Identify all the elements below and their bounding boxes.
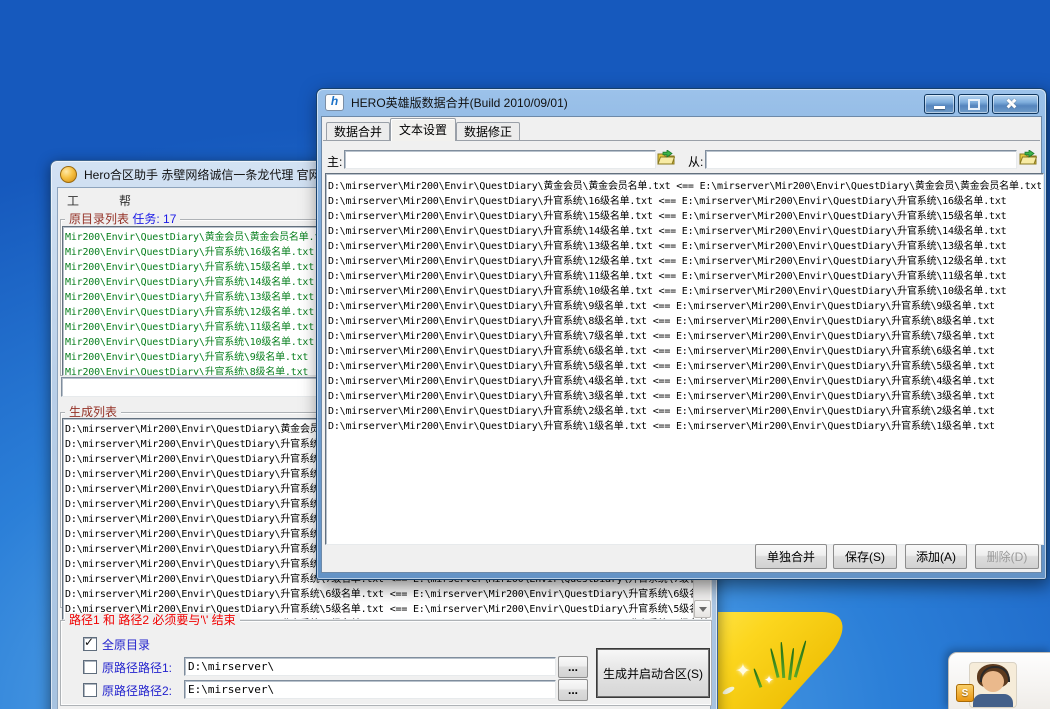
desktop-wallpaper: Hero合区助手 赤壁网络诚信一条龙代理 官网 工具(X) 帮助(Z) 原目录列…: [0, 0, 1050, 709]
path2-label: 原路径路径2:: [102, 682, 172, 699]
list-item[interactable]: D:\mirserver\Mir200\Envir\QuestDiary\升官系…: [328, 222, 1041, 237]
list-item[interactable]: D:\mirserver\Mir200\Envir\QuestDiary\升官系…: [328, 267, 1041, 282]
list-item[interactable]: D:\mirserver\Mir200\Envir\QuestDiary\升官系…: [328, 192, 1041, 207]
maximize-icon[interactable]: [958, 94, 989, 114]
path1-input[interactable]: [184, 657, 556, 676]
minimize-icon[interactable]: [924, 94, 955, 114]
all-dirs-label: 全原目录: [102, 636, 150, 653]
merge-window: HERO英雄版数据合并(Build 2010/09/01) 数据合并 文本设置 …: [316, 88, 1047, 580]
list-item[interactable]: D:\mirserver\Mir200\Envir\QuestDiary\升官系…: [328, 372, 1041, 387]
from-file-input[interactable]: [705, 150, 1017, 169]
from-field-label: 从:: [688, 153, 703, 170]
merge-window-client: 数据合并 文本设置 数据修正 主: 从:: [321, 116, 1042, 573]
path2-input[interactable]: [184, 680, 556, 699]
list-item[interactable]: D:\mirserver\Mir200\Envir\QuestDiary\升官系…: [328, 357, 1041, 372]
window-controls: [924, 94, 1039, 114]
avatar-body: [973, 694, 1013, 708]
sparkle-flower-icon: [735, 660, 751, 683]
scroll-down-button[interactable]: [694, 600, 711, 618]
list-item[interactable]: D:\mirserver\Mir200\Envir\QuestDiary\升官系…: [328, 417, 1041, 432]
list-item[interactable]: D:\mirserver\Mir200\Envir\QuestDiary\升官系…: [328, 252, 1041, 267]
list-item[interactable]: D:\mirserver\Mir200\Envir\QuestDiary\升官系…: [328, 387, 1041, 402]
merge-window-title: HERO英雄版数据合并(Build 2010/09/01): [351, 94, 568, 111]
tab-text-settings[interactable]: 文本设置: [390, 118, 456, 141]
merge-single-button[interactable]: 单独合并: [755, 544, 827, 569]
source-group-label: 原目录列表 任务: 17: [65, 212, 180, 226]
list-item[interactable]: D:\mirserver\Mir200\Envir\QuestDiary\升官系…: [328, 342, 1041, 357]
generate-start-merge-button[interactable]: 生成并启动合区(S): [597, 649, 709, 697]
text-settings-page: 主: 从: D: [323, 140, 1040, 571]
service-avatar: [969, 662, 1017, 708]
list-item[interactable]: D:\mirserver\Mir200\Envir\QuestDiary\升官系…: [328, 282, 1041, 297]
hero-merge-app-icon: [325, 94, 344, 111]
tab-data-fix[interactable]: 数据修正: [456, 122, 520, 141]
list-item[interactable]: D:\mirserver\Mir200\Envir\QuestDiary\升官系…: [328, 237, 1041, 252]
source-group-title: 原目录列表: [69, 212, 129, 226]
generated-group-label: 生成列表: [65, 405, 121, 419]
merge-file-listbox[interactable]: D:\mirserver\Mir200\Envir\QuestDiary\黄金会…: [325, 173, 1044, 545]
service-badge-icon: S: [956, 684, 974, 702]
from-browse-folder-icon[interactable]: [1018, 148, 1038, 167]
tab-data-merge[interactable]: 数据合并: [326, 122, 390, 141]
path2-checkbox[interactable]: [83, 683, 97, 697]
sparkle-flower-icon: [764, 673, 774, 687]
add-button[interactable]: 添加(A): [905, 544, 967, 569]
path-group-warning: 路径1 和 路径2 必须要与'\' 结束: [65, 613, 240, 627]
list-item[interactable]: D:\mirserver\Mir200\Envir\QuestDiary\升官系…: [328, 297, 1041, 312]
main-file-input[interactable]: [344, 150, 656, 169]
path1-label: 原路径路径1:: [102, 659, 172, 676]
delete-button[interactable]: 删除(D): [975, 544, 1039, 569]
list-item[interactable]: D:\mirserver\Mir200\Envir\QuestDiary\升官系…: [328, 327, 1041, 342]
list-item[interactable]: D:\mirserver\Mir200\Envir\QuestDiary\升官系…: [65, 585, 709, 600]
task-count-label: 任务: 17: [132, 212, 176, 226]
main-field-label: 主:: [327, 153, 342, 170]
hero-app-icon: [60, 166, 77, 183]
path1-browse-button[interactable]: ...: [558, 656, 588, 678]
list-item[interactable]: D:\mirserver\Mir200\Envir\QuestDiary\黄金会…: [328, 177, 1041, 192]
path2-browse-button[interactable]: ...: [558, 679, 588, 701]
path1-checkbox[interactable]: [83, 660, 97, 674]
service-popup[interactable]: S: [948, 652, 1050, 709]
close-icon[interactable]: [992, 94, 1039, 114]
main-browse-folder-icon[interactable]: [656, 148, 676, 167]
path-group: 路径1 和 路径2 必须要与'\' 结束 全原目录 原路径路径1: ... 原路…: [60, 620, 712, 706]
list-item[interactable]: D:\mirserver\Mir200\Envir\QuestDiary\升官系…: [328, 402, 1041, 417]
list-item[interactable]: D:\mirserver\Mir200\Envir\QuestDiary\升官系…: [328, 207, 1041, 222]
list-item[interactable]: D:\mirserver\Mir200\Envir\QuestDiary\升官系…: [328, 312, 1041, 327]
background-window-title: Hero合区助手 赤壁网络诚信一条龙代理 官网: [84, 166, 321, 183]
all-dirs-checkbox[interactable]: [83, 637, 97, 651]
save-button[interactable]: 保存(S): [833, 544, 897, 569]
